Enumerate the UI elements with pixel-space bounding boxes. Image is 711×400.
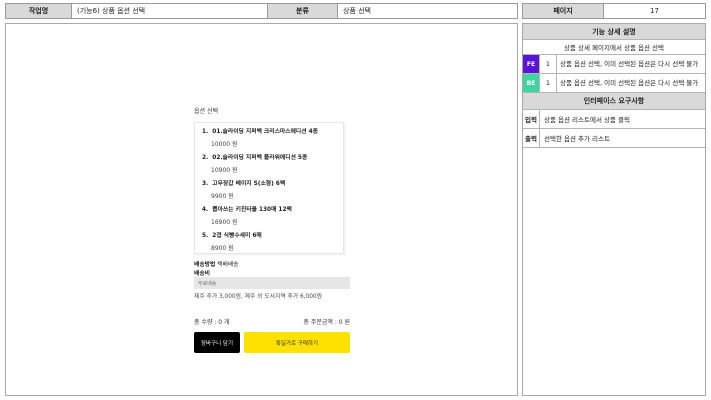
category-label: 분류	[268, 3, 338, 19]
option-name: 2겹 식빵수세미 6매	[212, 233, 262, 239]
shipping-fee-select[interactable]: 무료배송	[194, 277, 350, 289]
option-price: 8900 원	[211, 245, 234, 252]
screen-panel: 옵션 선택 1. 01.슬라이딩 지퍼백 크리스마스에디션 4종 10000 원…	[5, 23, 518, 396]
shipping-method-value: 택배배송	[217, 262, 239, 268]
page-header: 페이지 17	[522, 3, 706, 19]
output-label: 출력	[523, 129, 540, 147]
option-item[interactable]: 1. 01.슬라이딩 지퍼백 크리스마스에디션 4종 10000 원	[195, 123, 343, 149]
shipping-note: 제주 추가 3,000원, 제주 외 도서지역 추가 6,000원	[194, 294, 322, 300]
input-label: 입력	[523, 110, 540, 128]
option-name: 고무장갑 베이지 S(소형) 6팩	[212, 181, 286, 187]
input-row: 입력 상품 옵션 리스트에서 상품 클릭	[523, 110, 705, 129]
option-price: 10900 원	[211, 167, 238, 174]
interface-title: 인터페이스 요구사항	[523, 93, 705, 110]
requirement-text: 상품 옵션 선택, 이미 선택된 옵션은 다시 선택 불가	[560, 79, 699, 87]
option-list: 1. 01.슬라이딩 지퍼백 크리스마스에디션 4종 10000 원 2. 02…	[194, 122, 344, 254]
option-item[interactable]: 3. 고무장갑 베이지 S(소형) 6팩 9900 원	[195, 175, 343, 201]
category-value: 상품 선택	[338, 3, 518, 19]
add-to-cart-button[interactable]: 장바구니 담기	[194, 332, 240, 353]
requirement-text: 상품 옵션 선택, 이미 선택된 옵션은 다시 선택 불가	[560, 60, 699, 68]
option-item[interactable]: 2. 02.슬라이딩 지퍼백 플라워에디션 5종 10900 원	[195, 149, 343, 175]
output-row: 출력 선택한 옵션 추가 리스트	[523, 129, 705, 148]
option-name: 뽑아쓰는 키친타올 130매 12팩	[212, 207, 292, 213]
total-quantity: 총 수량 : 0 개	[194, 319, 230, 326]
fe-badge: FE	[523, 55, 540, 73]
shipping-method: 배송방법 택배배송	[194, 259, 239, 268]
spec-panel: 기능 상세 설명 상품 상세 페이지에서 상품 옵션 선택 FE 1 상품 옵션…	[522, 23, 706, 396]
option-item[interactable]: 4. 뽑아쓰는 키친타올 130매 12팩 16900 원	[195, 201, 343, 227]
option-price: 9900 원	[211, 193, 234, 200]
page-label: 페이지	[522, 3, 604, 19]
requirement-number: 1	[540, 74, 557, 92]
total-price: 총 주문금액 : 0 원	[303, 319, 350, 326]
input-value: 상품 옵션 리스트에서 상품 클릭	[544, 116, 631, 124]
option-price: 16900 원	[211, 219, 238, 226]
page-number: 17	[604, 3, 706, 19]
buy-now-button[interactable]: 톡딜가로 구매하기	[244, 332, 350, 353]
be-requirement-row: BE 1 상품 옵션 선택, 이미 선택된 옵션은 다시 선택 불가	[523, 74, 705, 93]
fe-requirement-row: FE 1 상품 옵션 선택, 이미 선택된 옵션은 다시 선택 불가	[523, 55, 705, 74]
option-item[interactable]: 5. 2겹 식빵수세미 6매 8900 원	[195, 227, 343, 253]
requirement-number: 1	[540, 55, 557, 73]
work-name-label: 작업명	[5, 3, 72, 19]
shipping-fee-label: 배송비	[194, 271, 210, 277]
work-name-value: (기능6) 상품 옵션 선택	[72, 3, 268, 19]
option-price: 10000 원	[211, 141, 238, 148]
be-badge: BE	[523, 74, 540, 92]
product-option-screen: 옵션 선택 1. 01.슬라이딩 지퍼백 크리스마스에디션 4종 10000 원…	[194, 106, 350, 353]
option-name: 01.슬라이딩 지퍼백 크리스마스에디션 4종	[212, 129, 318, 135]
output-value: 선택한 옵션 추가 리스트	[544, 135, 610, 143]
detail-description: 상품 상세 페이지에서 상품 옵션 선택	[523, 40, 705, 55]
detail-title: 기능 상세 설명	[523, 24, 705, 40]
option-title: 옵션 선택	[194, 108, 218, 115]
header-bar: 작업명 (기능6) 상품 옵션 선택 분류 상품 선택	[5, 3, 518, 19]
option-name: 02.슬라이딩 지퍼백 플라워에디션 5종	[212, 155, 308, 161]
